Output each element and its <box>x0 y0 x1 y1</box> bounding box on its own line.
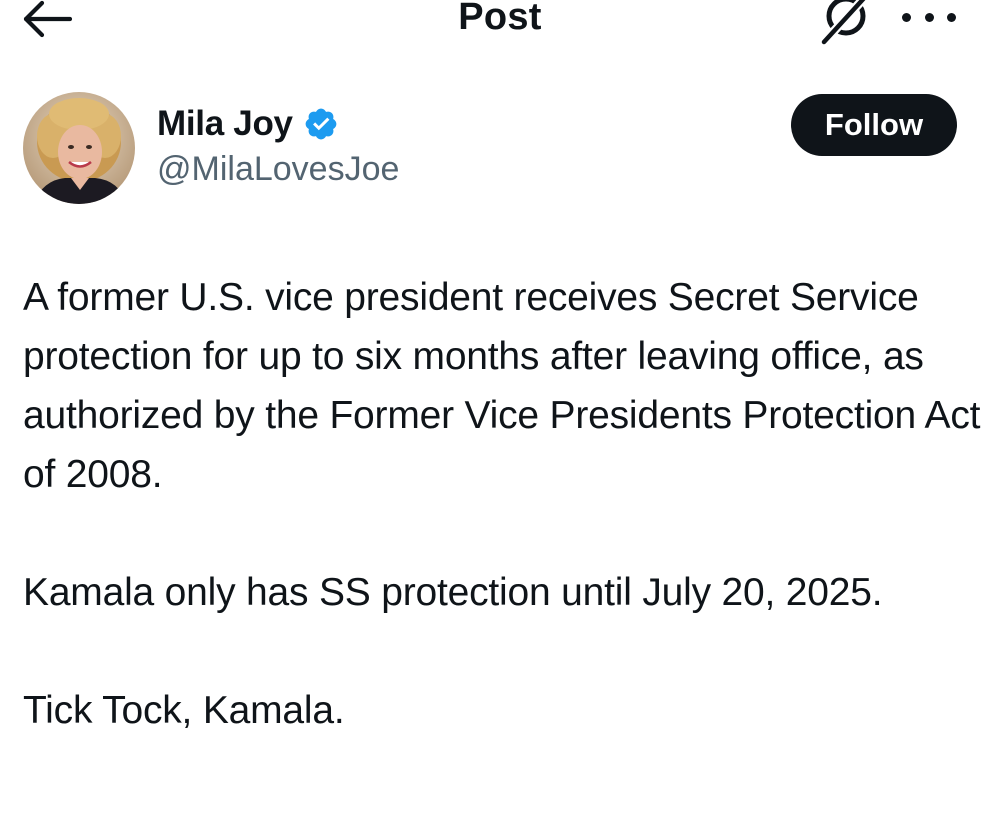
avatar-image <box>23 92 135 204</box>
more-options-button[interactable] <box>902 2 956 32</box>
avatar[interactable] <box>23 92 135 204</box>
more-horizontal-icon <box>902 12 911 22</box>
post-paragraph: A former U.S. vice president receives Se… <box>23 276 981 496</box>
verified-badge-icon <box>303 106 339 142</box>
post-text: A former U.S. vice president receives Se… <box>23 268 983 740</box>
author-name-row[interactable]: Mila Joy <box>157 102 339 146</box>
author-handle[interactable]: @MilaLovesJoe <box>157 150 399 189</box>
grok-icon <box>819 0 869 47</box>
grok-button[interactable] <box>818 0 874 48</box>
top-bar: Post <box>0 0 1000 60</box>
author-name[interactable]: Mila Joy <box>157 104 293 144</box>
post-paragraph: Kamala only has SS protection until July… <box>23 571 883 614</box>
more-dot <box>924 12 934 22</box>
more-dot <box>947 12 956 22</box>
post-paragraph: Tick Tock, Kamala. <box>23 689 345 732</box>
follow-button[interactable]: Follow <box>791 94 957 156</box>
